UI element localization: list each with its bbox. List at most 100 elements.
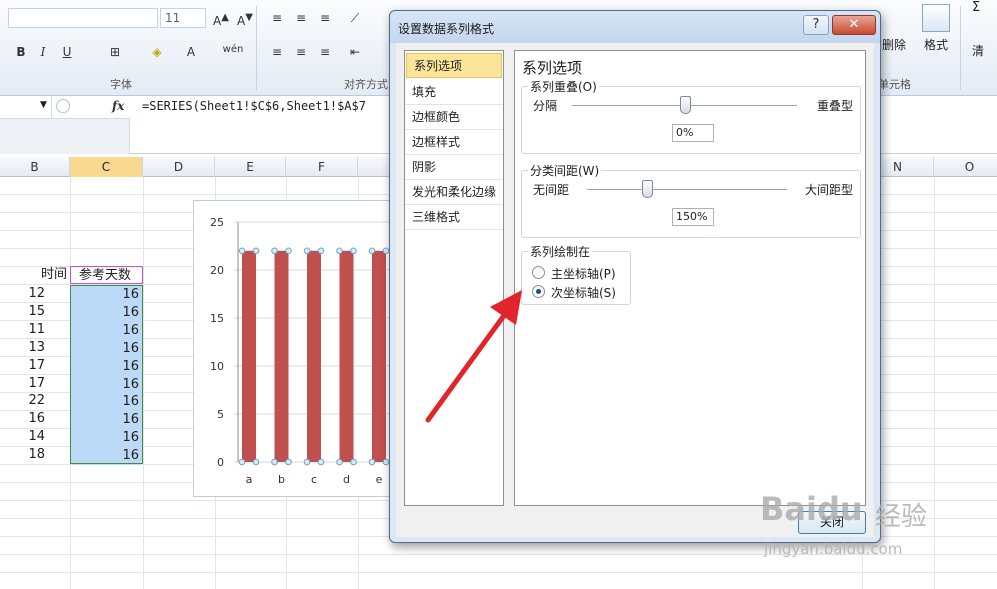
nav-series-options[interactable]: 系列选项 <box>406 53 502 78</box>
cell-time[interactable]: 15 <box>0 303 48 321</box>
gap-slider[interactable] <box>587 189 787 191</box>
format-series-dialog: 设置数据系列格式 ? ✕ 系列选项 填充 边框颜色 边框样式 阴影 发光和柔化边… <box>389 10 881 543</box>
italic-button[interactable]: I <box>32 42 54 62</box>
nav-shadow[interactable]: 阴影 <box>405 155 503 180</box>
selection-handle <box>285 458 292 466</box>
column-header-o[interactable]: O <box>934 157 997 177</box>
gap-value-input[interactable]: 150% <box>672 208 714 226</box>
chevron-down-icon[interactable]: ▼ <box>40 100 47 110</box>
x-tick-label: a <box>246 473 253 486</box>
overlap-right-label: 重叠型 <box>817 99 854 113</box>
y-tick-label: 5 <box>217 408 224 421</box>
watermark-url: jingyan.baidu.com <box>764 540 903 558</box>
nav-border-style[interactable]: 边框样式 <box>405 130 503 155</box>
formula-input[interactable]: =SERIES(Sheet1!$C$6,Sheet1!$A$7 <box>142 99 366 113</box>
cell-days[interactable]: 16 <box>71 286 142 304</box>
underline-button[interactable]: U <box>56 42 78 62</box>
column-header-e[interactable]: E <box>215 157 286 177</box>
border-icon[interactable]: ⊞ <box>104 42 126 62</box>
cell-time-header[interactable]: 时间 <box>0 266 70 284</box>
shrink-font-icon[interactable]: A▼ <box>234 8 256 28</box>
chart-bar <box>307 250 321 462</box>
grid-column-line <box>143 177 144 589</box>
orientation-icon[interactable]: ⟋ <box>344 8 366 28</box>
column-header-c[interactable]: C <box>70 157 143 177</box>
alignment-group-label: 对齐方式 <box>344 78 388 91</box>
primary-axis-label[interactable]: 主坐标轴(P) <box>551 265 616 282</box>
group-separator <box>960 6 961 90</box>
nav-fill[interactable]: 填充 <box>405 80 503 105</box>
cell-time[interactable]: 12 <box>0 285 48 303</box>
secondary-axis-label[interactable]: 次坐标轴(S) <box>551 284 616 301</box>
primary-axis-radio[interactable] <box>532 266 545 279</box>
chart-bar <box>242 250 256 462</box>
nav-glow-soft-edges[interactable]: 发光和柔化边缘 <box>405 180 503 205</box>
cell-time[interactable]: 13 <box>0 339 48 357</box>
align-left-icon[interactable]: ≡ <box>266 42 288 62</box>
phonetic-icon[interactable]: wén <box>222 40 244 60</box>
selection-handle <box>336 458 343 466</box>
overlap-value-input[interactable]: 0% <box>672 124 714 142</box>
insert-function-button[interactable]: fx <box>112 99 124 113</box>
selection-handle <box>368 458 376 466</box>
data-range: 时间 参考天数 12 15 11 13 17 17 22 16 14 18 16 16 16 16 16 1… <box>0 266 143 466</box>
selection-handle <box>368 247 376 255</box>
x-tick-label: c <box>311 473 317 486</box>
fill-color-icon[interactable]: ◈ <box>146 42 168 62</box>
chart-svg: 25 20 15 10 5 0 a b c d e <box>210 216 394 486</box>
bold-button[interactable]: B <box>10 42 32 62</box>
x-tick-label: b <box>278 473 285 486</box>
chart[interactable]: 25 20 15 10 5 0 a b c d e <box>193 200 394 497</box>
align-top-icon[interactable]: ≡ <box>266 8 288 28</box>
selection-handle <box>317 247 325 255</box>
grow-font-icon[interactable]: A▲ <box>210 8 232 28</box>
align-right-icon[interactable]: ≡ <box>314 42 336 62</box>
font-color-icon[interactable]: A <box>180 42 202 62</box>
cell-days[interactable]: 16 <box>71 411 142 430</box>
cell-time[interactable]: 11 <box>0 321 48 339</box>
cell-days[interactable]: 16 <box>71 357 142 376</box>
column-header-b[interactable]: B <box>0 157 70 177</box>
gap-slider-thumb[interactable] <box>642 180 653 198</box>
cancel-icon[interactable] <box>56 99 70 113</box>
overlap-slider-thumb[interactable] <box>679 96 691 114</box>
clear-button[interactable]: 清 <box>972 42 984 59</box>
align-middle-icon[interactable]: ≡ <box>290 8 312 28</box>
cell-days[interactable]: 16 <box>71 321 142 340</box>
watermark-text: 经验 <box>875 502 928 532</box>
cell-days[interactable]: 16 <box>71 339 142 358</box>
cell-time[interactable]: 14 <box>0 428 48 446</box>
overlap-legend: 系列重叠(O) <box>528 78 599 95</box>
cell-days[interactable]: 16 <box>71 447 142 466</box>
nav-border-color[interactable]: 边框颜色 <box>405 105 503 130</box>
cell-time[interactable]: 16 <box>0 410 48 428</box>
cell-time[interactable]: 22 <box>0 392 48 410</box>
name-box[interactable]: ▼ <box>0 96 52 118</box>
column-header-f[interactable]: F <box>286 157 358 177</box>
nav-3d-format[interactable]: 三维格式 <box>405 205 503 230</box>
cell-days[interactable]: 16 <box>71 375 142 394</box>
cell-time[interactable]: 18 <box>0 446 48 464</box>
font-name-box[interactable] <box>8 8 158 28</box>
indent-icon[interactable]: ⇤ <box>344 42 366 62</box>
help-button[interactable]: ? <box>803 15 829 35</box>
align-bottom-icon[interactable]: ≡ <box>314 8 336 28</box>
close-icon[interactable]: ✕ <box>832 15 876 35</box>
column-header-d[interactable]: D <box>143 157 215 177</box>
delete-button[interactable]: 删除 <box>882 36 906 53</box>
cell-time[interactable]: 17 <box>0 375 48 393</box>
cell-days[interactable]: 16 <box>71 429 142 448</box>
dialog-titlebar[interactable]: 设置数据系列格式 ? ✕ <box>390 11 880 43</box>
cell-days-header[interactable]: 参考天数 <box>70 266 143 284</box>
cell-days[interactable]: 16 <box>71 303 142 322</box>
align-center-icon[interactable]: ≡ <box>290 42 312 62</box>
autosum-icon[interactable]: Σ <box>972 0 980 15</box>
selection-handle <box>238 247 246 255</box>
font-size-box[interactable]: 11 <box>160 8 206 28</box>
cell-days[interactable]: 16 <box>71 393 142 412</box>
cell-time[interactable]: 17 <box>0 357 48 375</box>
formula-bar-lower <box>0 118 130 154</box>
gap-left-label: 无间距 <box>533 183 570 197</box>
y-tick-label: 20 <box>210 264 224 277</box>
format-button[interactable]: 格式 <box>924 36 948 53</box>
